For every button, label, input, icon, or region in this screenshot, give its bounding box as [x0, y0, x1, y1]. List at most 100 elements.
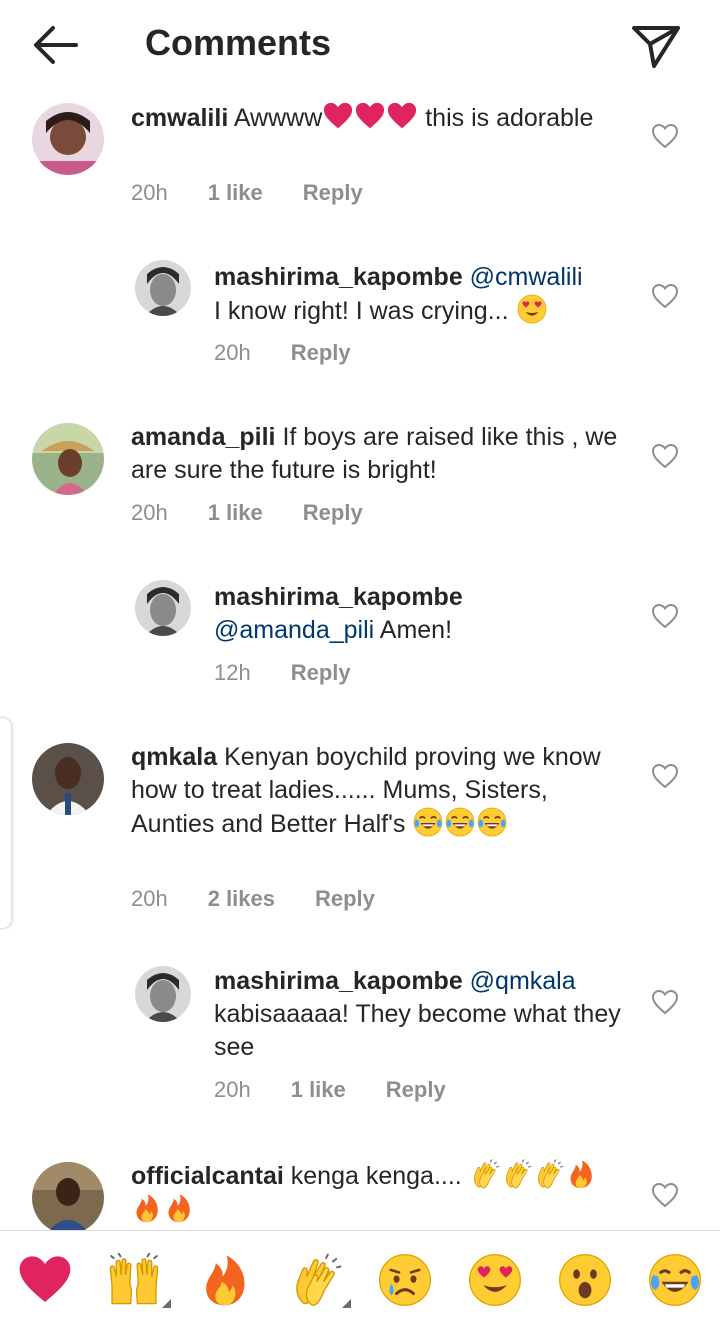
- comment-meta: 20h 2 likes Reply: [131, 886, 415, 912]
- mention-link[interactable]: @qmkala: [470, 967, 576, 995]
- comment-username[interactable]: mashirima_kapombe: [214, 583, 463, 611]
- reaction-astonished-face-button[interactable]: [558, 1253, 612, 1307]
- comment-text: mashirima_kapombe @qmkala kabisaaaaa! The…: [214, 967, 621, 1061]
- comment-text: mashirima_kapombe @cmwalili I know right!…: [214, 263, 583, 325]
- avatar[interactable]: [32, 423, 104, 495]
- reaction-tears-of-joy-button[interactable]: [648, 1253, 702, 1307]
- reply-button[interactable]: Reply: [315, 886, 375, 912]
- heart-outline-icon[interactable]: [651, 603, 679, 629]
- comment-text: amanda_pili If boys are raised like this…: [131, 423, 618, 484]
- comment-text: mashirima_kapombe @amanda_pili Amen!: [214, 583, 463, 644]
- fire-icon: [198, 1253, 252, 1307]
- fire-icon: [132, 1193, 162, 1223]
- heart-outline-icon[interactable]: [651, 443, 679, 469]
- reaction-clapping-hands-button[interactable]: [289, 1253, 343, 1307]
- comment-time: 20h: [214, 1077, 251, 1102]
- tears-of-joy-face-icon: [648, 1253, 702, 1307]
- reply-button[interactable]: Reply: [291, 660, 351, 686]
- comment-item: cmwalili Awwww this is adorable 20h 1 li…: [0, 90, 720, 250]
- reaction-raising-hands-button[interactable]: [107, 1253, 161, 1307]
- comment-item: officialcantai kenga kenga....: [0, 1150, 720, 1230]
- comment-item: amanda_pili If boys are raised like this…: [0, 410, 720, 570]
- comment-username[interactable]: mashirima_kapombe: [214, 263, 463, 291]
- red-heart-icon: [323, 101, 353, 131]
- app-header: Comments: [0, 0, 720, 90]
- comment-time: 20h: [131, 886, 168, 911]
- like-count[interactable]: 1 like: [208, 500, 263, 526]
- red-heart-icon: [18, 1253, 72, 1307]
- heart-outline-icon[interactable]: [651, 989, 679, 1015]
- comment-meta: 20h 1 like Reply: [131, 180, 403, 206]
- avatar[interactable]: [135, 966, 191, 1022]
- paper-plane-icon: [632, 26, 680, 68]
- avatar[interactable]: [32, 103, 104, 175]
- reply-button[interactable]: Reply: [386, 1077, 446, 1103]
- comment-meta: 20h 1 like Reply: [131, 500, 403, 526]
- comment-reply: mashirima_kapombe @amanda_pili Amen! 12h …: [0, 570, 720, 730]
- heart-eyes-face-icon: [468, 1253, 522, 1307]
- red-heart-icon: [387, 101, 417, 131]
- comment-time: 20h: [131, 500, 168, 525]
- comment-meta: 20h 1 like Reply: [214, 1077, 486, 1103]
- clapping-hands-icon: [534, 1159, 564, 1189]
- avatar[interactable]: [32, 743, 104, 815]
- heart-outline-icon[interactable]: [651, 1182, 679, 1208]
- mention-link[interactable]: @amanda_pili: [214, 616, 374, 644]
- avatar[interactable]: [135, 580, 191, 636]
- heart-outline-icon[interactable]: [651, 123, 679, 149]
- reaction-heart-eyes-button[interactable]: [468, 1253, 522, 1307]
- reaction-red-heart-button[interactable]: [18, 1253, 72, 1307]
- comment-time: 20h: [214, 340, 251, 365]
- arrow-left-icon: [34, 26, 78, 64]
- comment-reply: mashirima_kapombe @cmwalili I know right!…: [0, 250, 720, 410]
- reply-button[interactable]: Reply: [303, 180, 363, 206]
- comment-meta: 12h Reply: [214, 660, 391, 686]
- share-button[interactable]: [628, 18, 684, 74]
- astonished-face-icon: [558, 1253, 612, 1307]
- clapping-hands-icon: [502, 1159, 532, 1189]
- comment-username[interactable]: cmwalili: [131, 104, 228, 132]
- comment-text: qmkala Kenyan boychild proving we know h…: [131, 743, 601, 838]
- avatar[interactable]: [135, 260, 191, 316]
- reply-button[interactable]: Reply: [303, 500, 363, 526]
- reply-button[interactable]: Reply: [291, 340, 351, 366]
- clapping-hands-icon: [289, 1253, 343, 1307]
- skin-tone-indicator: [342, 1299, 351, 1308]
- emoji-reaction-bar: [0, 1230, 720, 1323]
- crying-face-icon: [378, 1253, 432, 1307]
- tears-of-joy-face-icon: [477, 807, 507, 837]
- comment-username[interactable]: amanda_pili: [131, 423, 276, 451]
- skin-tone-indicator: [162, 1299, 171, 1308]
- comment-reply: mashirima_kapombe @qmkala kabisaaaaa! The…: [0, 960, 720, 1150]
- comment-meta: 20h Reply: [214, 340, 391, 366]
- comment-username[interactable]: mashirima_kapombe: [214, 967, 463, 995]
- reaction-crying-face-button[interactable]: [378, 1253, 432, 1307]
- back-button[interactable]: [26, 20, 86, 70]
- heart-outline-icon[interactable]: [651, 283, 679, 309]
- comment-text: officialcantai kenga kenga....: [131, 1159, 621, 1227]
- avatar[interactable]: [32, 1162, 104, 1230]
- tears-of-joy-face-icon: [445, 807, 475, 837]
- fire-icon: [566, 1159, 596, 1189]
- mention-link[interactable]: @cmwalili: [470, 263, 583, 291]
- like-count[interactable]: 2 likes: [208, 886, 275, 912]
- comment-item: qmkala Kenyan boychild proving we know h…: [0, 730, 720, 960]
- heart-eyes-face-icon: [517, 294, 547, 324]
- fire-icon: [164, 1193, 194, 1223]
- clapping-hands-icon: [470, 1159, 500, 1189]
- raising-hands-icon: [107, 1253, 161, 1307]
- reaction-fire-button[interactable]: [198, 1253, 252, 1307]
- red-heart-icon: [355, 101, 385, 131]
- comment-text: cmwalili Awwww this is adorable: [131, 101, 611, 135]
- heart-outline-icon[interactable]: [651, 763, 679, 789]
- comment-username[interactable]: qmkala: [131, 743, 217, 771]
- page-title: Comments: [145, 22, 332, 63]
- comment-time: 12h: [214, 660, 251, 685]
- like-count[interactable]: 1 like: [208, 180, 263, 206]
- edge-panel-handle[interactable]: [0, 717, 12, 929]
- comment-time: 20h: [131, 180, 168, 205]
- comment-username[interactable]: officialcantai: [131, 1162, 284, 1190]
- tears-of-joy-face-icon: [413, 807, 443, 837]
- comments-list[interactable]: cmwalili Awwww this is adorable 20h 1 li…: [0, 90, 720, 1230]
- like-count[interactable]: 1 like: [291, 1077, 346, 1103]
